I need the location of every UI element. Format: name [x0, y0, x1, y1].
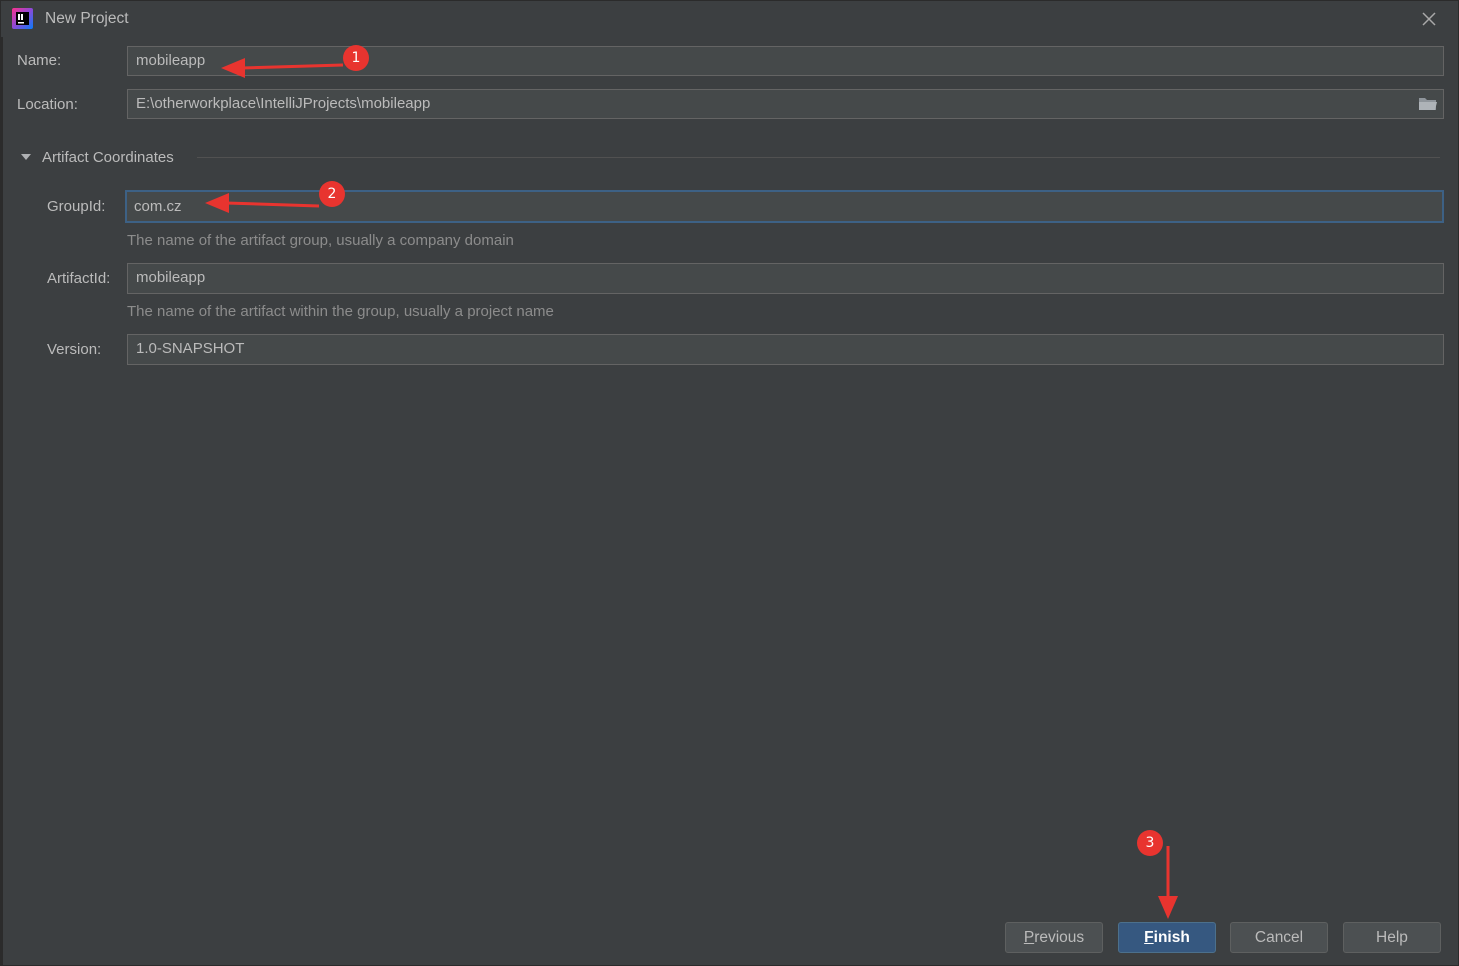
finish-label: inish: [1153, 929, 1190, 946]
previous-mnemonic: P: [1023, 929, 1035, 946]
title-bar: New Project: [1, 1, 1458, 37]
groupid-hint: The name of the artifact group, usually …: [127, 232, 514, 249]
name-value: mobileapp: [136, 52, 206, 69]
section-divider: [197, 157, 1440, 158]
help-button[interactable]: Help: [1343, 922, 1441, 953]
name-input[interactable]: mobileapp: [127, 46, 1444, 76]
new-project-dialog: New Project Name: mobileapp Location: E:…: [0, 0, 1459, 966]
artifactid-input[interactable]: mobileapp: [127, 263, 1444, 294]
version-value: 1.0-SNAPSHOT: [136, 340, 245, 357]
groupid-value: com.cz: [134, 198, 182, 215]
finish-button[interactable]: Finish: [1118, 922, 1216, 953]
window-title: New Project: [45, 10, 129, 27]
intellij-idea-icon: [12, 8, 33, 29]
previous-button[interactable]: Previous: [1005, 922, 1103, 953]
artifactid-value: mobileapp: [136, 269, 206, 286]
name-label: Name:: [17, 52, 62, 69]
location-label: Location:: [17, 96, 78, 113]
artifactid-hint: The name of the artifact within the grou…: [127, 303, 554, 320]
annotation-badge-2: 2: [319, 181, 345, 207]
artifact-coordinates-title: Artifact Coordinates: [42, 148, 174, 166]
location-input[interactable]: E:\otherworkplace\IntelliJProjects\mobil…: [127, 89, 1444, 119]
version-label: Version:: [47, 341, 102, 358]
groupid-label: GroupId:: [47, 198, 106, 215]
artifactid-label: ArtifactId:: [47, 270, 111, 287]
finish-mnemonic: F: [1144, 929, 1154, 946]
annotation-badge-1: 1: [343, 45, 369, 71]
previous-label: revious: [1034, 929, 1085, 946]
expand-triangle-icon: [21, 154, 31, 160]
close-icon[interactable]: [1418, 8, 1440, 30]
artifact-coordinates-toggle[interactable]: Artifact Coordinates: [19, 147, 174, 167]
annotation-badge-3: 3: [1137, 830, 1163, 856]
version-input[interactable]: 1.0-SNAPSHOT: [127, 334, 1444, 365]
location-value: E:\otherworkplace\IntelliJProjects\mobil…: [136, 95, 431, 112]
window-edge: [1, 1, 3, 965]
folder-icon[interactable]: [1418, 95, 1438, 113]
cancel-button[interactable]: Cancel: [1230, 922, 1328, 953]
